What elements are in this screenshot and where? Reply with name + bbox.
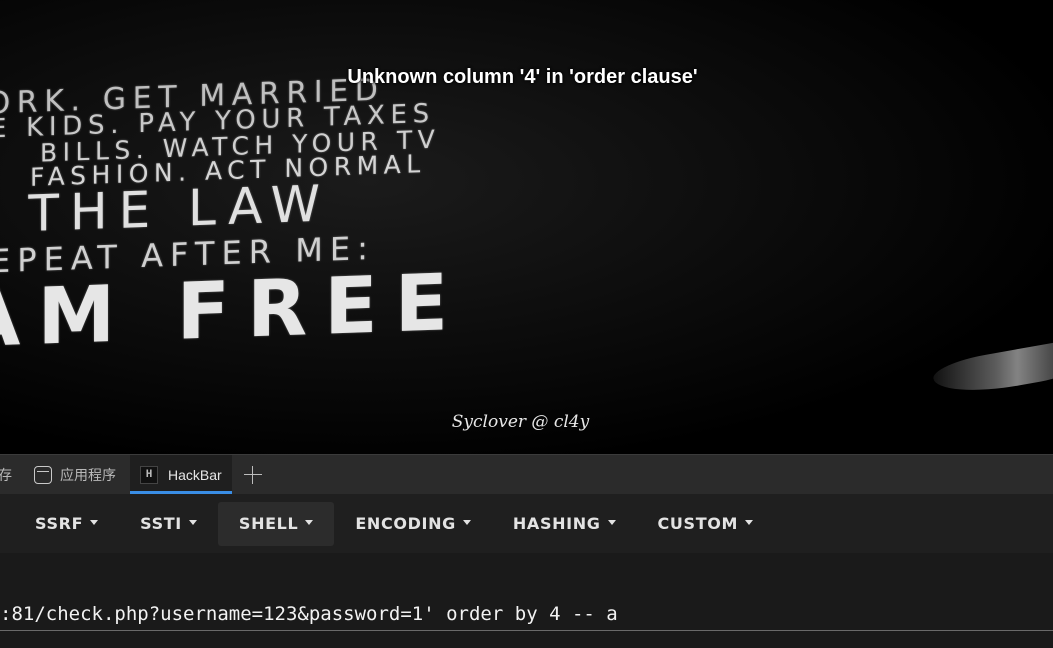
tab-label: HackBar: [168, 466, 222, 483]
tab-label: 应用程序: [60, 466, 116, 483]
chevron-down-icon: [462, 520, 471, 525]
footer-credit: Syclover @ cl4y: [451, 412, 590, 432]
feather-decoration: [930, 340, 1053, 400]
hackbar-url-panel: :81/check.php?username=123&password=1' o…: [0, 553, 1053, 648]
chevron-down-icon: [188, 520, 197, 525]
menu-label: SSRF: [35, 514, 84, 533]
ssti-menu-button[interactable]: SSTI: [119, 502, 218, 546]
shell-menu-button[interactable]: SHELL: [217, 501, 335, 546]
tab-application[interactable]: 应用程序: [24, 455, 126, 494]
hashing-menu-button[interactable]: HASHING: [492, 502, 637, 546]
menu-label: SHELL: [238, 514, 299, 533]
chevron-down-icon: [90, 520, 99, 525]
web-page: VORK. GET MARRIED E KIDS. PAY YOUR TAXES…: [0, 0, 1053, 454]
menu-label: SSTI: [140, 514, 182, 533]
ssrf-menu-button[interactable]: SSRF: [14, 502, 119, 546]
chevron-down-icon: [745, 520, 754, 525]
plus-icon[interactable]: [242, 464, 264, 486]
devtools-tab-strip: 存 应用程序 H HackBar: [0, 454, 1053, 494]
chevron-down-icon: [305, 520, 314, 525]
background-text-line: AM FREE: [0, 257, 466, 366]
tab-storage[interactable]: 存: [0, 455, 24, 494]
hackbar-icon: H: [140, 465, 158, 484]
hackbar-toolbar: SSRF SSTI SHELL ENCODING HASHING CUSTOM: [0, 494, 1053, 553]
browser-window: VORK. GET MARRIED E KIDS. PAY YOUR TAXES…: [0, 0, 1053, 648]
menu-label: ENCODING: [355, 514, 456, 533]
background-image: VORK. GET MARRIED E KIDS. PAY YOUR TAXES…: [0, 46, 800, 366]
custom-menu-button[interactable]: CUSTOM: [637, 502, 775, 546]
menu-label: CUSTOM: [657, 514, 739, 533]
url-input[interactable]: :81/check.php?username=123&password=1' o…: [0, 597, 1053, 631]
app-window-icon: [34, 465, 52, 484]
encoding-menu-button[interactable]: ENCODING: [334, 502, 492, 546]
menu-label: HASHING: [512, 514, 601, 533]
sql-error-message: Unknown column '4' in 'order clause': [347, 66, 698, 88]
chevron-down-icon: [607, 520, 616, 525]
tab-label: 存: [0, 466, 12, 483]
tab-hackbar[interactable]: H HackBar: [130, 455, 232, 494]
